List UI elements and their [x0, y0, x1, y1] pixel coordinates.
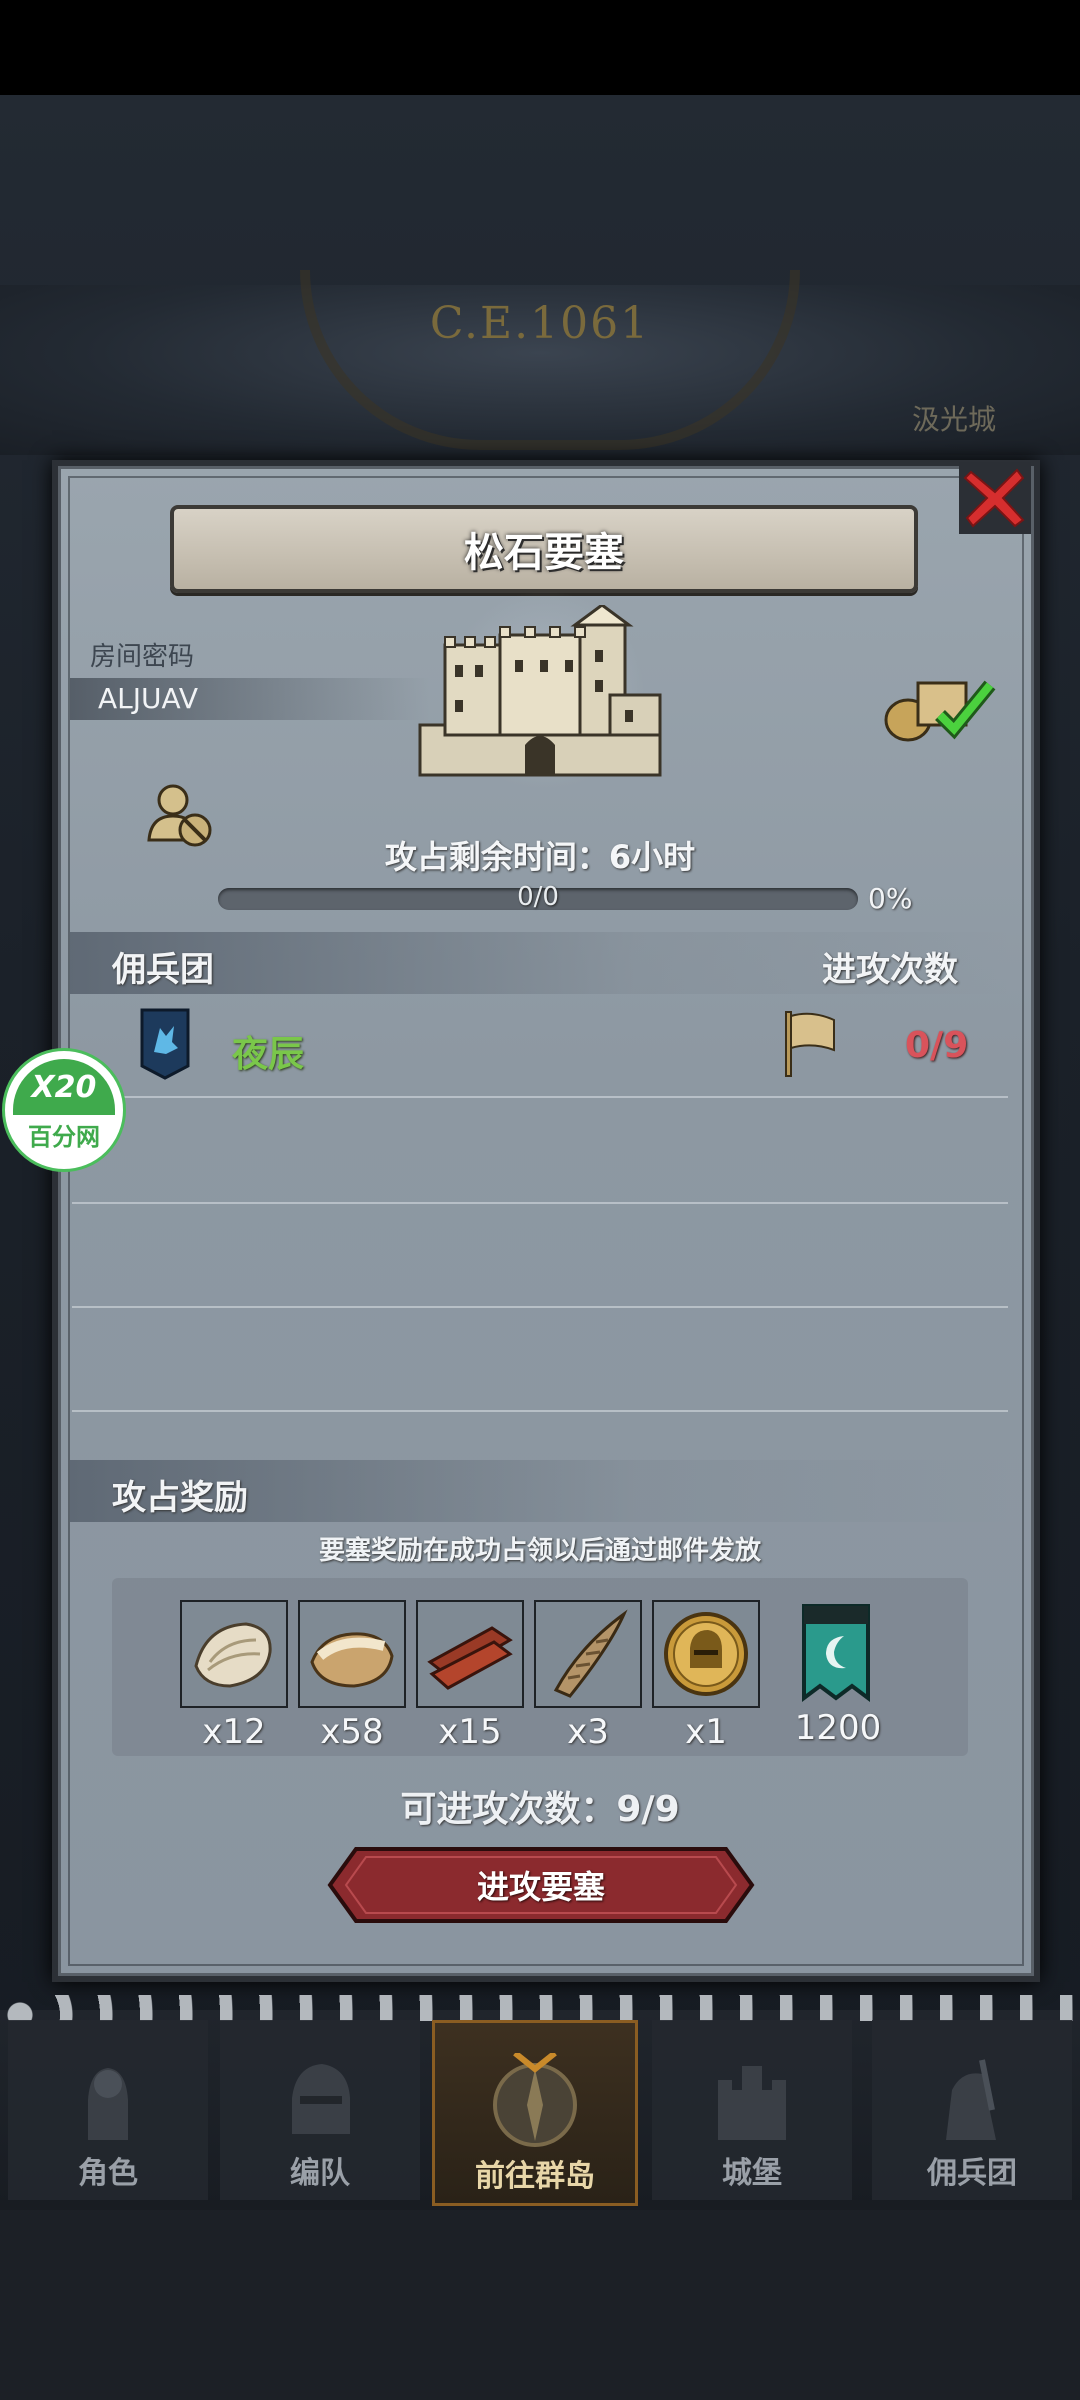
title-plate: 松石要塞	[170, 505, 918, 593]
mercenary-attack-count: 0/9	[905, 1025, 969, 1066]
reward-quantity: x12	[202, 1712, 266, 1752]
wood-planks-icon	[427, 1626, 513, 1690]
nav-mercenary[interactable]: 佣兵团	[872, 2020, 1072, 2200]
knight-icon	[88, 2068, 128, 2140]
x20-watermark-badge: X20 百分网	[2, 1048, 126, 1172]
capture-percent: 0%	[868, 882, 913, 915]
row-divider	[72, 1096, 1008, 1098]
mercenary-icon	[946, 2059, 996, 2140]
reward-item[interactable]: x3	[534, 1600, 642, 1752]
attack-count-header: 进攻次数	[822, 950, 958, 990]
badge-bottom-text: 百分网	[28, 1123, 100, 1151]
reward-slot	[416, 1600, 524, 1708]
reward-slot	[652, 1600, 760, 1708]
room-password-value: ALJUAV	[98, 682, 199, 715]
city-name: 汲光城	[912, 403, 997, 436]
wolf-guild-emblem-icon	[140, 1008, 190, 1080]
reward-quantity: x58	[320, 1712, 384, 1752]
attack-attempts: 可进攻次数：9/9	[400, 1789, 680, 1830]
row-divider	[72, 1410, 1008, 1412]
close-icon	[959, 462, 1031, 534]
room-password-label: 房间密码	[90, 642, 195, 672]
guild-banner-icon	[802, 1604, 870, 1702]
nav-label: 前往群岛	[475, 2159, 595, 2194]
reward-item[interactable]: x15	[416, 1600, 524, 1752]
nav-formation[interactable]: 编队	[220, 2020, 420, 2200]
reward-quantity: x3	[567, 1712, 609, 1752]
reward-quantity: 1200	[794, 1708, 882, 1748]
nav-label: 佣兵团	[927, 2156, 1017, 2191]
mercenary-section-title: 佣兵团	[112, 950, 214, 990]
row-divider	[72, 1306, 1008, 1308]
dialog-title: 松石要塞	[464, 530, 624, 576]
era-title: C.E.1061	[429, 298, 651, 349]
knight-helmet-coin-icon	[664, 1612, 748, 1696]
row-divider	[72, 1202, 1008, 1204]
nav-label: 编队	[290, 2156, 350, 2191]
reward-item[interactable]: x1	[652, 1600, 760, 1752]
castle-icon	[418, 605, 662, 777]
reward-slot	[298, 1600, 406, 1708]
nav-label: 城堡	[722, 2156, 782, 2191]
capture-progress-text: 0/0	[517, 882, 559, 912]
helmet-icon	[292, 2064, 350, 2134]
mercenary-name: 夜辰	[232, 1034, 305, 1075]
flag-icon	[785, 1011, 835, 1077]
reward-slot	[784, 1600, 888, 1704]
bottom-system-area	[0, 2210, 1080, 2400]
compass-icon	[493, 2053, 577, 2147]
reward-quantity: x15	[438, 1712, 502, 1752]
reward-quantity: x1	[685, 1712, 727, 1752]
status-bar	[0, 0, 1080, 95]
attack-fortress-label: 进攻要塞	[476, 1868, 605, 1906]
horn-icon	[553, 1609, 628, 1698]
remaining-time: 攻占剩余时间：6小时	[384, 838, 696, 876]
rewards-section-title: 攻占奖励	[112, 1478, 248, 1518]
nav-castle[interactable]: 城堡	[652, 2020, 852, 2200]
nav-go-islands[interactable]: 前往群岛	[432, 2020, 638, 2206]
reward-box-check-icon[interactable]	[878, 665, 998, 745]
reward-item[interactable]: 1200	[784, 1600, 892, 1748]
reward-item[interactable]: x12	[180, 1600, 288, 1752]
fur-pelt-icon	[194, 1622, 272, 1688]
reward-slot	[534, 1600, 642, 1708]
castle-icon	[718, 2066, 786, 2140]
nav-label: 角色	[78, 2156, 138, 2191]
rewards-note: 要塞奖励在成功占领以后通过邮件发放	[318, 1536, 761, 1566]
reward-item[interactable]: x58	[298, 1600, 406, 1752]
close-button[interactable]	[955, 458, 1035, 538]
attack-fortress-button[interactable]: 进攻要塞	[326, 1845, 756, 1925]
reward-slot	[180, 1600, 288, 1708]
leather-hide-icon	[310, 1632, 394, 1688]
badge-top-text: X20	[13, 1059, 115, 1115]
snow-decoration	[0, 1995, 1080, 2021]
nav-character[interactable]: 角色	[8, 2020, 208, 2200]
